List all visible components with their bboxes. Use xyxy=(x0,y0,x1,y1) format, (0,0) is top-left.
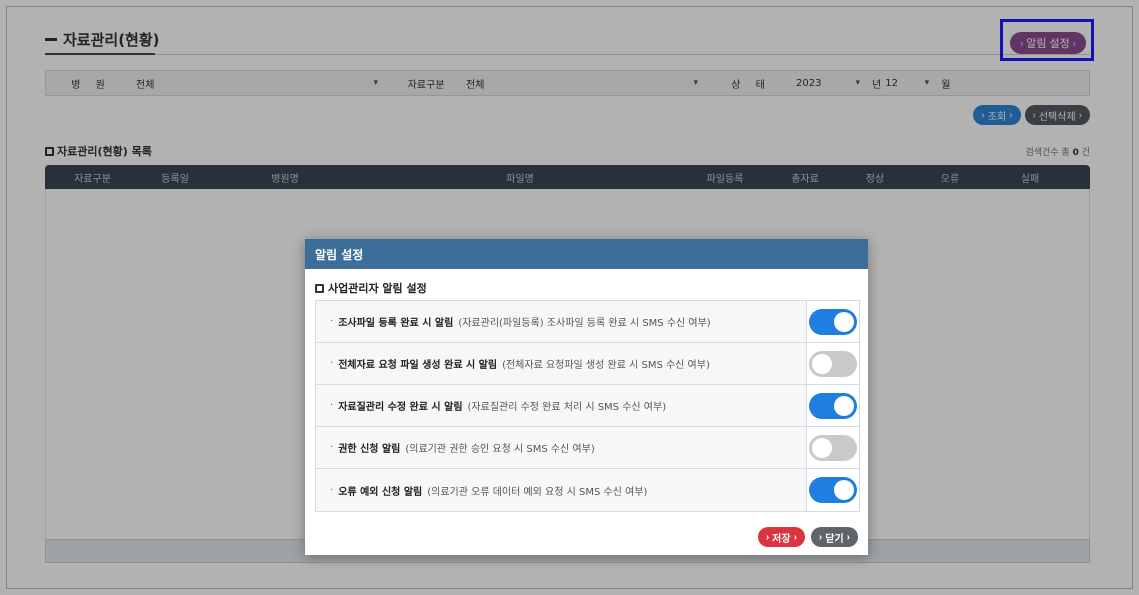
bullet-dot: · xyxy=(330,316,334,327)
alarm-option-row: · 오류 예외 신청 알림 (의료기관 오류 데이터 예외 요청 시 SMS 수… xyxy=(316,469,859,511)
bullet-dot: · xyxy=(330,484,334,496)
toggle-switch[interactable] xyxy=(809,308,857,335)
alarm-option-switch-cell xyxy=(807,343,859,384)
alarm-option-desc: (자료관리(파일등록) 조사파일 등록 완료 시 SMS 수신 여부) xyxy=(458,318,711,329)
alarm-option-desc: (의료기관 오류 데이터 예외 요청 시 SMS 수신 여부) xyxy=(427,486,648,498)
modal-title: 알림 설정 xyxy=(305,239,868,269)
modal-subtitle: 사업관리자 알림 설정 xyxy=(315,280,868,296)
alarm-option-row: · 권한 신청 알림 (의료기관 권한 승인 요청 시 SMS 수신 여부) xyxy=(316,427,859,469)
square-bullet-icon xyxy=(315,283,324,293)
modal-buttons: › 저장 › › 닫기 › xyxy=(757,527,858,547)
alarm-option-switch-cell xyxy=(807,469,859,511)
alarm-option-name: 조사파일 등록 완료 시 알림 xyxy=(338,318,454,329)
toggle-switch[interactable] xyxy=(809,434,857,461)
save-button-label: 저장 xyxy=(772,533,791,545)
alarm-option-text: · 권한 신청 알림 (의료기관 권한 승인 요청 시 SMS 수신 여부) xyxy=(316,427,807,468)
save-button[interactable]: › 저장 › xyxy=(757,527,805,547)
toggle-knob xyxy=(834,395,854,416)
alarm-option-name: 오류 예외 신청 알림 xyxy=(338,486,423,498)
alarm-option-desc: (자료질관리 수정 완료 처리 시 SMS 수신 여부) xyxy=(467,402,667,413)
alarm-option-name: 자료질관리 수정 완료 시 알림 xyxy=(338,402,463,413)
alarm-option-desc: (의료기관 권한 승인 요청 시 SMS 수신 여부) xyxy=(405,444,595,455)
alarm-option-name: 전체자료 요청 파일 생성 완료 시 알림 xyxy=(338,360,498,371)
alarm-option-text: · 전체자료 요청 파일 생성 완료 시 알림 (전체자료 요청파일 생성 완료… xyxy=(316,343,807,384)
alarm-option-text: · 오류 예외 신청 알림 (의료기관 오류 데이터 예외 요청 시 SMS 수… xyxy=(316,469,807,511)
toggle-knob xyxy=(812,437,832,458)
alarm-option-list: · 조사파일 등록 완료 시 알림 (자료관리(파일등록) 조사파일 등록 완료… xyxy=(315,300,860,512)
bullet-dot: · xyxy=(330,400,334,411)
alarm-option-switch-cell xyxy=(807,301,859,342)
arrow-left-icon: › xyxy=(818,531,823,543)
bullet-dot: · xyxy=(330,358,334,369)
toggle-switch[interactable] xyxy=(809,477,857,503)
alarm-settings-modal: 알림 설정 사업관리자 알림 설정 · 조사파일 등록 완료 시 알림 (자료관… xyxy=(305,239,868,555)
toggle-knob xyxy=(834,480,854,500)
alarm-option-name: 권한 신청 알림 xyxy=(338,444,401,455)
bullet-dot: · xyxy=(330,442,334,453)
close-button-label: 닫기 xyxy=(825,533,844,545)
toggle-knob xyxy=(812,353,832,374)
toggle-switch[interactable] xyxy=(809,392,857,419)
arrow-right-icon: › xyxy=(793,531,797,543)
toggle-knob xyxy=(834,311,854,332)
alarm-option-text: · 자료질관리 수정 완료 시 알림 (자료질관리 수정 완료 처리 시 SMS… xyxy=(316,385,807,426)
toggle-switch[interactable] xyxy=(809,350,857,377)
arrow-right-icon: › xyxy=(846,531,850,543)
alarm-option-switch-cell xyxy=(807,385,859,426)
alarm-option-desc: (전체자료 요청파일 생성 완료 시 SMS 수신 여부) xyxy=(502,360,710,371)
arrow-left-icon: › xyxy=(765,531,770,543)
modal-subtitle-text: 사업관리자 알림 설정 xyxy=(328,282,427,295)
close-button[interactable]: › 닫기 › xyxy=(810,527,858,547)
alarm-option-row: · 자료질관리 수정 완료 시 알림 (자료질관리 수정 완료 처리 시 SMS… xyxy=(316,385,859,427)
alarm-option-row: · 전체자료 요청 파일 생성 완료 시 알림 (전체자료 요청파일 생성 완료… xyxy=(316,343,859,385)
alarm-option-text: · 조사파일 등록 완료 시 알림 (자료관리(파일등록) 조사파일 등록 완료… xyxy=(316,301,807,342)
alarm-option-row: · 조사파일 등록 완료 시 알림 (자료관리(파일등록) 조사파일 등록 완료… xyxy=(316,301,859,343)
alarm-option-switch-cell xyxy=(807,427,859,468)
